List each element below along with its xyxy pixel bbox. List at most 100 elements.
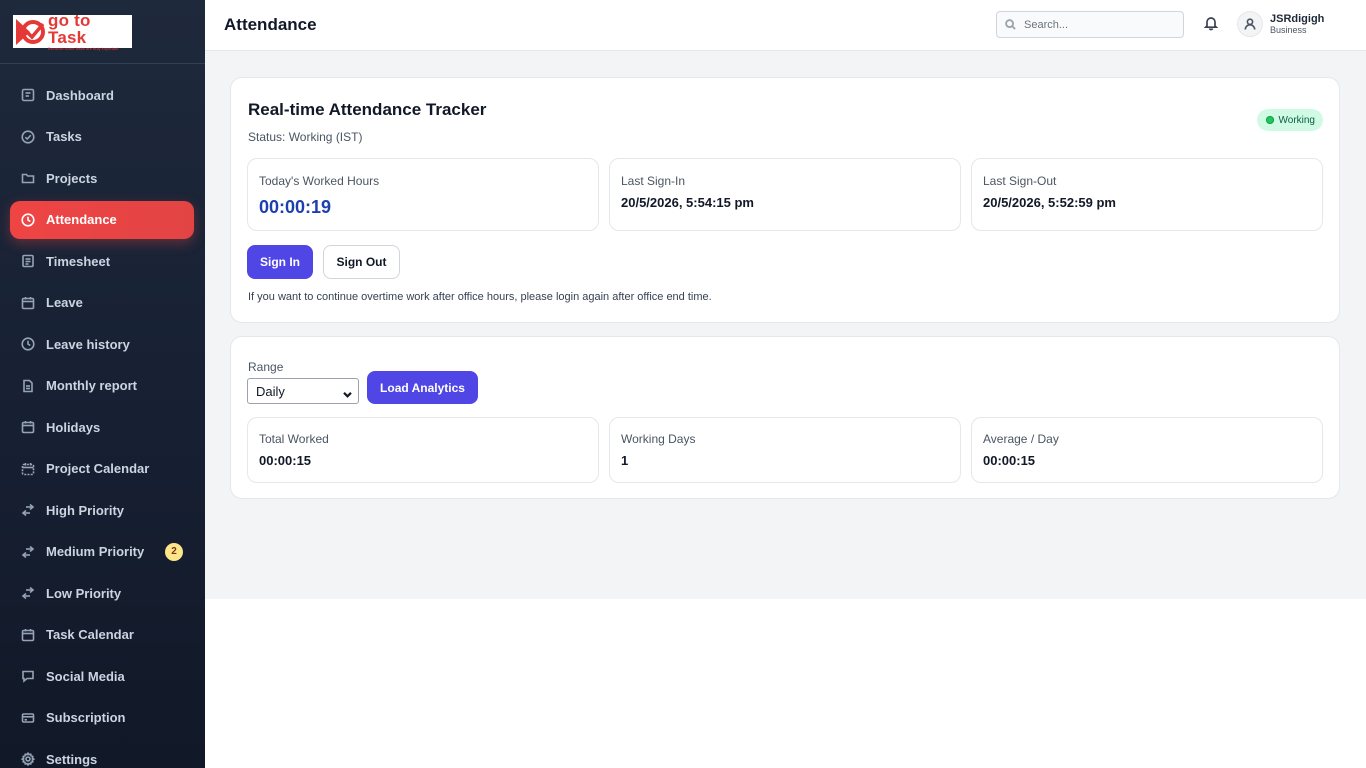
sign-out-button[interactable]: Sign Out [323, 245, 400, 279]
top-header: Attendance JSRdigigh Business [205, 0, 1366, 51]
folder-icon [21, 171, 35, 185]
sidebar-item-label: High Priority [46, 502, 125, 518]
analytics-card: Range Daily Load Analytics Total Worked … [230, 336, 1340, 499]
sidebar-item-high-priority[interactable]: High Priority [10, 491, 194, 529]
sidebar-item-projects[interactable]: Projects [10, 159, 194, 197]
sidebar-item-dashboard[interactable]: Dashboard [10, 76, 194, 114]
range-select[interactable]: Daily [247, 378, 359, 404]
average-per-day-label: Average / Day [983, 432, 1059, 446]
page-title: Attendance [224, 15, 317, 34]
brand-name: go to Task [48, 11, 91, 47]
sidebar-item-tasks[interactable]: Tasks [10, 118, 194, 156]
total-worked-value: 00:00:15 [259, 453, 312, 468]
sidebar-item-monthly-report[interactable]: Monthly report [10, 367, 194, 405]
search-icon [1005, 19, 1016, 30]
sidebar-item-project-calendar[interactable]: Project Calendar [10, 450, 194, 488]
calendar-dashed-icon [21, 462, 35, 476]
range-label: Range [248, 360, 284, 374]
document-icon [21, 379, 35, 393]
sidebar-item-leave-history[interactable]: Leave history [10, 325, 194, 363]
sidebar-item-leave[interactable]: Leave [10, 284, 194, 322]
sidebar-item-label: Social Media [46, 668, 125, 684]
worked-hours-card: Today's Worked Hours 00:00:19 [247, 158, 599, 231]
sidebar-item-label: Low Priority [46, 585, 122, 601]
sidebar-item-label: Monthly report [46, 378, 137, 393]
average-per-day-value: 00:00:15 [983, 453, 1036, 468]
working-days-card: Working Days 1 [609, 417, 961, 483]
calendar-icon [21, 296, 35, 310]
sidebar-item-timesheet[interactable]: Timesheet [10, 242, 194, 280]
sidebar-item-label: Tasks [46, 129, 82, 144]
sign-in-button[interactable]: Sign In [247, 245, 313, 279]
clock-icon [21, 337, 35, 351]
load-analytics-button[interactable]: Load Analytics [367, 371, 478, 404]
calendar-icon [21, 420, 35, 434]
last-sign-in-value: 20/5/2026, 5:54:15 pm [621, 195, 754, 210]
logo-mark-icon [16, 17, 46, 47]
total-worked-card: Total Worked 00:00:15 [247, 417, 599, 483]
worked-hours-value: 00:00:19 [259, 197, 332, 217]
sidebar-item-settings[interactable]: Settings [10, 740, 194, 768]
user-menu[interactable]: JSRdigigh Business [1237, 11, 1324, 37]
avatar [1237, 11, 1263, 37]
card-icon [21, 711, 35, 725]
calendar-icon [21, 628, 35, 642]
status-badge: Working [1256, 109, 1323, 131]
gear-icon [21, 752, 35, 766]
average-per-day-card: Average / Day 00:00:15 [971, 417, 1323, 483]
sidebar-item-label: Dashboard [46, 87, 114, 103]
tracker-title: Real-time Attendance Tracker [248, 100, 487, 119]
last-sign-out-card: Last Sign-Out 20/5/2026, 5:52:59 pm [971, 158, 1323, 231]
user-role: Business [1270, 24, 1307, 35]
sidebar-item-label: Leave history [46, 336, 130, 352]
tracker-status: Status: Working (IST) [248, 130, 363, 144]
range-selected-value: Daily [256, 383, 285, 399]
sidebar-item-subscription[interactable]: Subscription [10, 699, 194, 737]
sidebar: go to Task Because some tasks are truly … [0, 0, 205, 768]
sidebar-item-label: Settings [46, 751, 98, 767]
working-days-value: 1 [621, 453, 629, 468]
user-name: JSRdigigh [1270, 12, 1325, 25]
bell-icon [1203, 17, 1219, 31]
sidebar-item-attendance[interactable]: Attendance [10, 200, 194, 239]
notifications-button[interactable] [1203, 15, 1219, 31]
sidebar-nav: Dashboard Tasks Projects Attendance Time… [0, 64, 205, 768]
sidebar-item-social-media[interactable]: Social Media [10, 657, 194, 695]
arrows-icon [21, 503, 35, 517]
sidebar-item-label: Leave [46, 295, 83, 310]
last-sign-in-label: Last Sign-In [621, 174, 686, 188]
sidebar-item-label: Timesheet [46, 253, 111, 269]
logo-area: go to Task Because some tasks are truly … [0, 0, 205, 64]
sidebar-item-task-calendar[interactable]: Task Calendar [10, 616, 194, 654]
count-badge: 2 [165, 542, 183, 561]
chevron-down-icon [343, 387, 352, 398]
total-worked-label: Total Worked [259, 432, 329, 446]
sidebar-item-holidays[interactable]: Holidays [10, 408, 194, 446]
sidebar-item-label: Attendance [46, 212, 117, 227]
chat-icon [21, 669, 35, 683]
main-content: Real-time Attendance Tracker Status: Wor… [205, 51, 1366, 599]
sidebar-item-label: Projects [46, 170, 98, 186]
user-icon [1244, 18, 1256, 30]
status-badge-label: Working [1278, 114, 1316, 126]
search-input[interactable] [1024, 18, 1174, 31]
search-box[interactable] [996, 11, 1184, 38]
sidebar-item-low-priority[interactable]: Low Priority [10, 574, 194, 612]
arrows-icon [21, 545, 35, 559]
sidebar-item-label: Project Calendar [46, 461, 150, 476]
worked-hours-label: Today's Worked Hours [259, 174, 380, 188]
arrows-icon [21, 586, 35, 600]
working-days-label: Working Days [621, 432, 696, 446]
overtime-note: If you want to continue overtime work af… [248, 291, 712, 303]
sidebar-item-label: Task Calendar [46, 627, 134, 642]
brand-logo[interactable]: go to Task Because some tasks are truly … [13, 11, 132, 51]
sheet-icon [21, 254, 35, 268]
status-dot-icon [1265, 116, 1274, 124]
dashboard-icon [21, 88, 35, 102]
last-sign-in-card: Last Sign-In 20/5/2026, 5:54:15 pm [609, 158, 961, 231]
last-sign-out-value: 20/5/2026, 5:52:59 pm [983, 195, 1116, 210]
brand-tagline: Because some tasks are truly important [48, 46, 119, 51]
sidebar-item-medium-priority[interactable]: Medium Priority 2 [10, 533, 194, 571]
attendance-tracker-card: Real-time Attendance Tracker Status: Wor… [230, 77, 1340, 323]
sidebar-item-label: Medium Priority [46, 544, 145, 559]
